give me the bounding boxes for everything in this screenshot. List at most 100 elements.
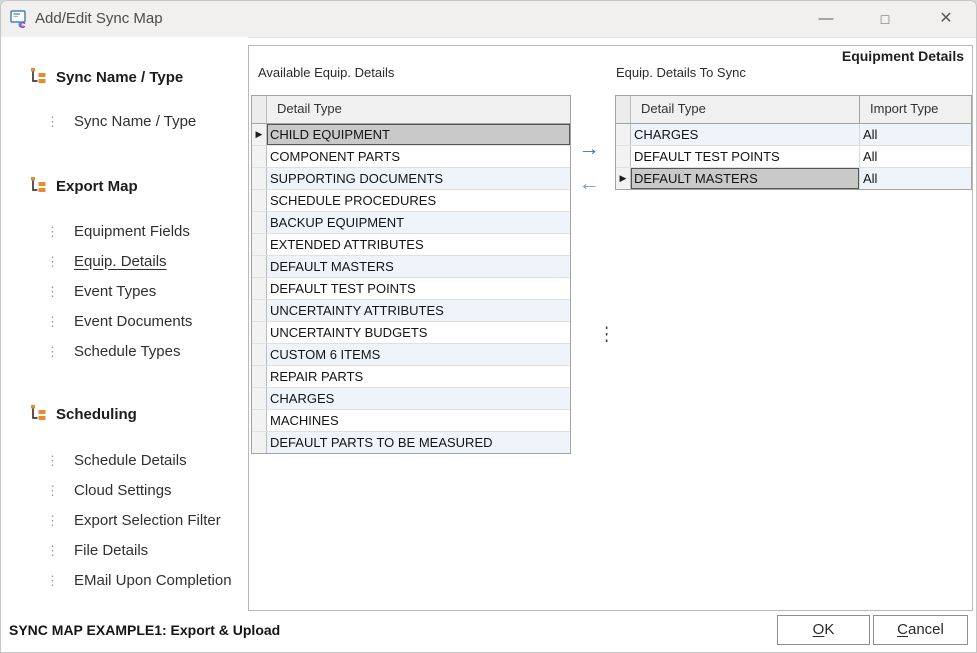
- sidebar-item-file-details[interactable]: ⋮ File Details: [1, 539, 148, 561]
- grid-row[interactable]: UNCERTAINTY ATTRIBUTES: [252, 300, 570, 322]
- column-header-detail-type[interactable]: Detail Type: [631, 96, 860, 123]
- detail-type-cell: CHARGES: [267, 388, 570, 409]
- sidebar-section-scheduling: Scheduling: [1, 403, 137, 425]
- grid-row-selected[interactable]: ▶ DEFAULT MASTERS All: [616, 168, 971, 189]
- grid-row[interactable]: DEFAULT TEST POINTS All: [616, 146, 971, 168]
- sidebar-item-email-upon-completion[interactable]: ⋮ EMail Upon Completion: [1, 569, 232, 591]
- grid-row[interactable]: COMPONENT PARTS: [252, 146, 570, 168]
- grid-header-row: Detail Type Import Type: [616, 96, 971, 124]
- indicator-cell: [252, 278, 267, 299]
- equipment-details-panel: Equipment Details Available Equip. Detai…: [248, 45, 973, 611]
- detail-type-cell: DEFAULT MASTERS: [631, 168, 860, 189]
- column-header-import-type[interactable]: Import Type: [860, 96, 971, 123]
- section-tree-icon: [30, 67, 47, 88]
- indicator-cell: [616, 146, 631, 167]
- cancel-button[interactable]: Cancel: [873, 615, 968, 645]
- sidebar-item-cloud-settings[interactable]: ⋮ Cloud Settings: [1, 479, 172, 501]
- detail-type-cell: DEFAULT PARTS TO BE MEASURED: [267, 432, 570, 453]
- grid-row[interactable]: EXTENDED ATTRIBUTES: [252, 234, 570, 256]
- drag-dots-icon: ⋮: [46, 454, 59, 467]
- grid-row[interactable]: SUPPORTING DOCUMENTS: [252, 168, 570, 190]
- svg-text:c: c: [20, 19, 26, 29]
- cancel-accel: C: [897, 621, 908, 638]
- sidebar-item-label: Equipment Fields: [74, 223, 190, 240]
- indicator-cell: ▶: [252, 124, 267, 145]
- sidebar-item-event-documents[interactable]: ⋮ Event Documents: [1, 310, 192, 332]
- detail-type-cell: UNCERTAINTY ATTRIBUTES: [267, 300, 570, 321]
- move-left-button[interactable]: ←: [575, 173, 603, 195]
- grid-row[interactable]: BACKUP EQUIPMENT: [252, 212, 570, 234]
- indicator-cell: [252, 190, 267, 211]
- drag-dots-icon: ⋮: [46, 345, 59, 358]
- grid-row-selected[interactable]: ▶ CHILD EQUIPMENT: [252, 124, 570, 146]
- detail-type-cell: CHARGES: [631, 124, 860, 145]
- grid-row[interactable]: DEFAULT TEST POINTS: [252, 278, 570, 300]
- grid-row[interactable]: SCHEDULE PROCEDURES: [252, 190, 570, 212]
- drag-dots-icon: ⋮: [46, 115, 59, 128]
- grid-row[interactable]: MACHINES: [252, 410, 570, 432]
- details-to-sync-grid: Detail Type Import Type CHARGES All DEFA…: [615, 95, 972, 190]
- cancel-rest: ancel: [908, 621, 944, 638]
- drag-dots-icon: ⋮: [46, 544, 59, 557]
- grid-row[interactable]: REPAIR PARTS: [252, 366, 570, 388]
- drag-dots-icon: ⋮: [46, 484, 59, 497]
- detail-type-cell: DEFAULT TEST POINTS: [267, 278, 570, 299]
- current-row-indicator-icon: ▶: [620, 174, 627, 183]
- section-tree-icon: [30, 404, 47, 425]
- detail-type-cell: REPAIR PARTS: [267, 366, 570, 387]
- minimize-button[interactable]: —: [802, 1, 850, 37]
- indicator-cell: ▶: [616, 168, 631, 189]
- sidebar-item-equipment-fields[interactable]: ⋮ Equipment Fields: [1, 220, 190, 242]
- detail-type-cell: COMPONENT PARTS: [267, 146, 570, 167]
- drag-dots-icon: ⋮: [46, 574, 59, 587]
- section-label: Export Map: [56, 178, 138, 195]
- titlebar: c c Add/Edit Sync Map — □ ✕: [1, 1, 976, 38]
- detail-type-cell: EXTENDED ATTRIBUTES: [267, 234, 570, 255]
- sidebar-item-equip-details[interactable]: ⋮ Equip. Details: [1, 250, 167, 272]
- indicator-cell: [252, 256, 267, 277]
- sidebar-item-export-selection-filter[interactable]: ⋮ Export Selection Filter: [1, 509, 221, 531]
- import-type-cell: All: [860, 168, 971, 189]
- detail-type-cell: SUPPORTING DOCUMENTS: [267, 168, 570, 189]
- sidebar-item-label: Cloud Settings: [74, 482, 172, 499]
- detail-type-cell: SCHEDULE PROCEDURES: [267, 190, 570, 211]
- grid-header-row: Detail Type: [252, 96, 570, 124]
- grid-row[interactable]: CHARGES All: [616, 124, 971, 146]
- add-edit-sync-map-dialog: c c Add/Edit Sync Map — □ ✕ Sync Name / …: [0, 0, 977, 653]
- grid-row[interactable]: DEFAULT PARTS TO BE MEASURED: [252, 432, 570, 453]
- sidebar-item-label: EMail Upon Completion: [74, 572, 232, 589]
- detail-type-cell: UNCERTAINTY BUDGETS: [267, 322, 570, 343]
- splitter-handle-icon[interactable]: ⋮: [599, 323, 614, 346]
- indicator-cell: [252, 366, 267, 387]
- grid-row[interactable]: DEFAULT MASTERS: [252, 256, 570, 278]
- grid-row[interactable]: CUSTOM 6 ITEMS: [252, 344, 570, 366]
- sidebar-item-schedule-types[interactable]: ⋮ Schedule Types: [1, 340, 180, 362]
- detail-type-cell: DEFAULT MASTERS: [267, 256, 570, 277]
- maximize-button[interactable]: □: [862, 1, 908, 37]
- sidebar: Sync Name / Type ⋮ Sync Name / Type Expo…: [1, 37, 248, 612]
- sidebar-item-label: Sync Name / Type: [74, 113, 196, 130]
- app-icon: c c: [10, 9, 30, 29]
- ok-button[interactable]: OK: [777, 615, 870, 645]
- detail-type-cell: CHILD EQUIPMENT: [267, 124, 570, 145]
- drag-dots-icon: ⋮: [46, 514, 59, 527]
- grid-row[interactable]: UNCERTAINTY BUDGETS: [252, 322, 570, 344]
- drag-dots-icon: ⋮: [46, 225, 59, 238]
- sidebar-item-label: File Details: [74, 542, 148, 559]
- indicator-cell: [252, 168, 267, 189]
- import-type-cell: All: [860, 124, 971, 145]
- sidebar-item-sync-name-type[interactable]: ⋮ Sync Name / Type: [1, 110, 196, 132]
- indicator-cell: [252, 300, 267, 321]
- section-label: Sync Name / Type: [56, 69, 183, 86]
- panel-title: Equipment Details: [842, 48, 964, 64]
- move-right-button[interactable]: →: [575, 138, 603, 160]
- indicator-header-cell: [252, 96, 267, 123]
- grid-row[interactable]: CHARGES: [252, 388, 570, 410]
- indicator-cell: [252, 212, 267, 233]
- sidebar-item-schedule-details[interactable]: ⋮ Schedule Details: [1, 449, 187, 471]
- sidebar-item-event-types[interactable]: ⋮ Event Types: [1, 280, 156, 302]
- close-button[interactable]: ✕: [922, 1, 970, 37]
- indicator-cell: [252, 322, 267, 343]
- indicator-cell: [252, 146, 267, 167]
- column-header-detail-type[interactable]: Detail Type: [267, 96, 570, 123]
